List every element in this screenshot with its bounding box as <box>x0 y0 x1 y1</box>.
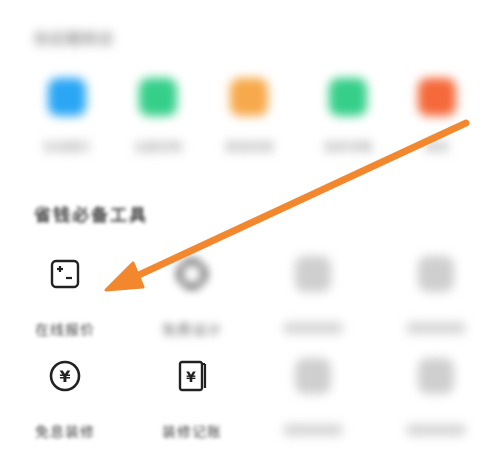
quote-app-icon <box>48 78 86 116</box>
recent-item-decor[interactable]: 装修 <box>392 78 482 155</box>
decor-app-icon <box>418 78 456 116</box>
tool-blurred-4[interactable] <box>381 256 491 334</box>
yen-circle-icon: ¥ <box>47 358 83 394</box>
recent-items-row: 在线报价 全屋定制 家居商城 装修攻略 装修 <box>0 78 501 158</box>
tool-blurred-3[interactable] <box>258 256 368 334</box>
recent-item-label: 全屋定制 <box>133 140 182 154</box>
ghost-icon <box>295 358 331 394</box>
recent-item-quote[interactable]: 在线报价 <box>22 78 112 155</box>
recent-item-label: 在线报价 <box>42 140 91 154</box>
tool-label: 装修记账 <box>162 425 222 441</box>
svg-text:¥: ¥ <box>59 367 70 386</box>
tool-blurred-7[interactable] <box>258 358 368 436</box>
tool-label <box>406 322 466 334</box>
recent-section-title: 你近期到访 <box>34 30 115 48</box>
tool-free-design[interactable]: 免费设计 <box>137 256 247 340</box>
ghost-icon <box>418 256 454 292</box>
recent-item-guide[interactable]: 装修攻略 <box>303 78 393 155</box>
tool-label: 免息装修 <box>35 425 95 441</box>
ghost-icon <box>418 358 454 394</box>
svg-text:¥: ¥ <box>186 370 196 386</box>
tool-label: 免费设计 <box>162 323 222 339</box>
tool-label <box>283 424 343 436</box>
recent-item-label: 家居商城 <box>224 140 273 154</box>
tools-section-title: 省钱必备工具 <box>34 206 148 226</box>
design-icon <box>174 256 210 292</box>
calculator-icon <box>47 256 83 292</box>
tool-label <box>406 424 466 436</box>
recent-item-mall[interactable]: 家居商城 <box>204 78 294 155</box>
tool-interest-free[interactable]: ¥ 免息装修 <box>10 358 120 442</box>
tool-ledger[interactable]: ¥ 装修记账 <box>137 358 247 442</box>
ledger-icon: ¥ <box>174 358 210 394</box>
recent-item-label: 装修 <box>424 140 449 154</box>
custom-app-icon <box>139 78 177 116</box>
guide-app-icon <box>329 78 367 116</box>
tool-label <box>283 322 343 334</box>
tool-label: 在线报价 <box>35 323 95 339</box>
ghost-icon <box>295 256 331 292</box>
recent-item-custom[interactable]: 全屋定制 <box>113 78 203 155</box>
tool-blurred-8[interactable] <box>381 358 491 436</box>
mall-app-icon <box>230 78 268 116</box>
recent-item-label: 装修攻略 <box>323 140 372 154</box>
tool-online-quote[interactable]: 在线报价 <box>10 256 120 340</box>
